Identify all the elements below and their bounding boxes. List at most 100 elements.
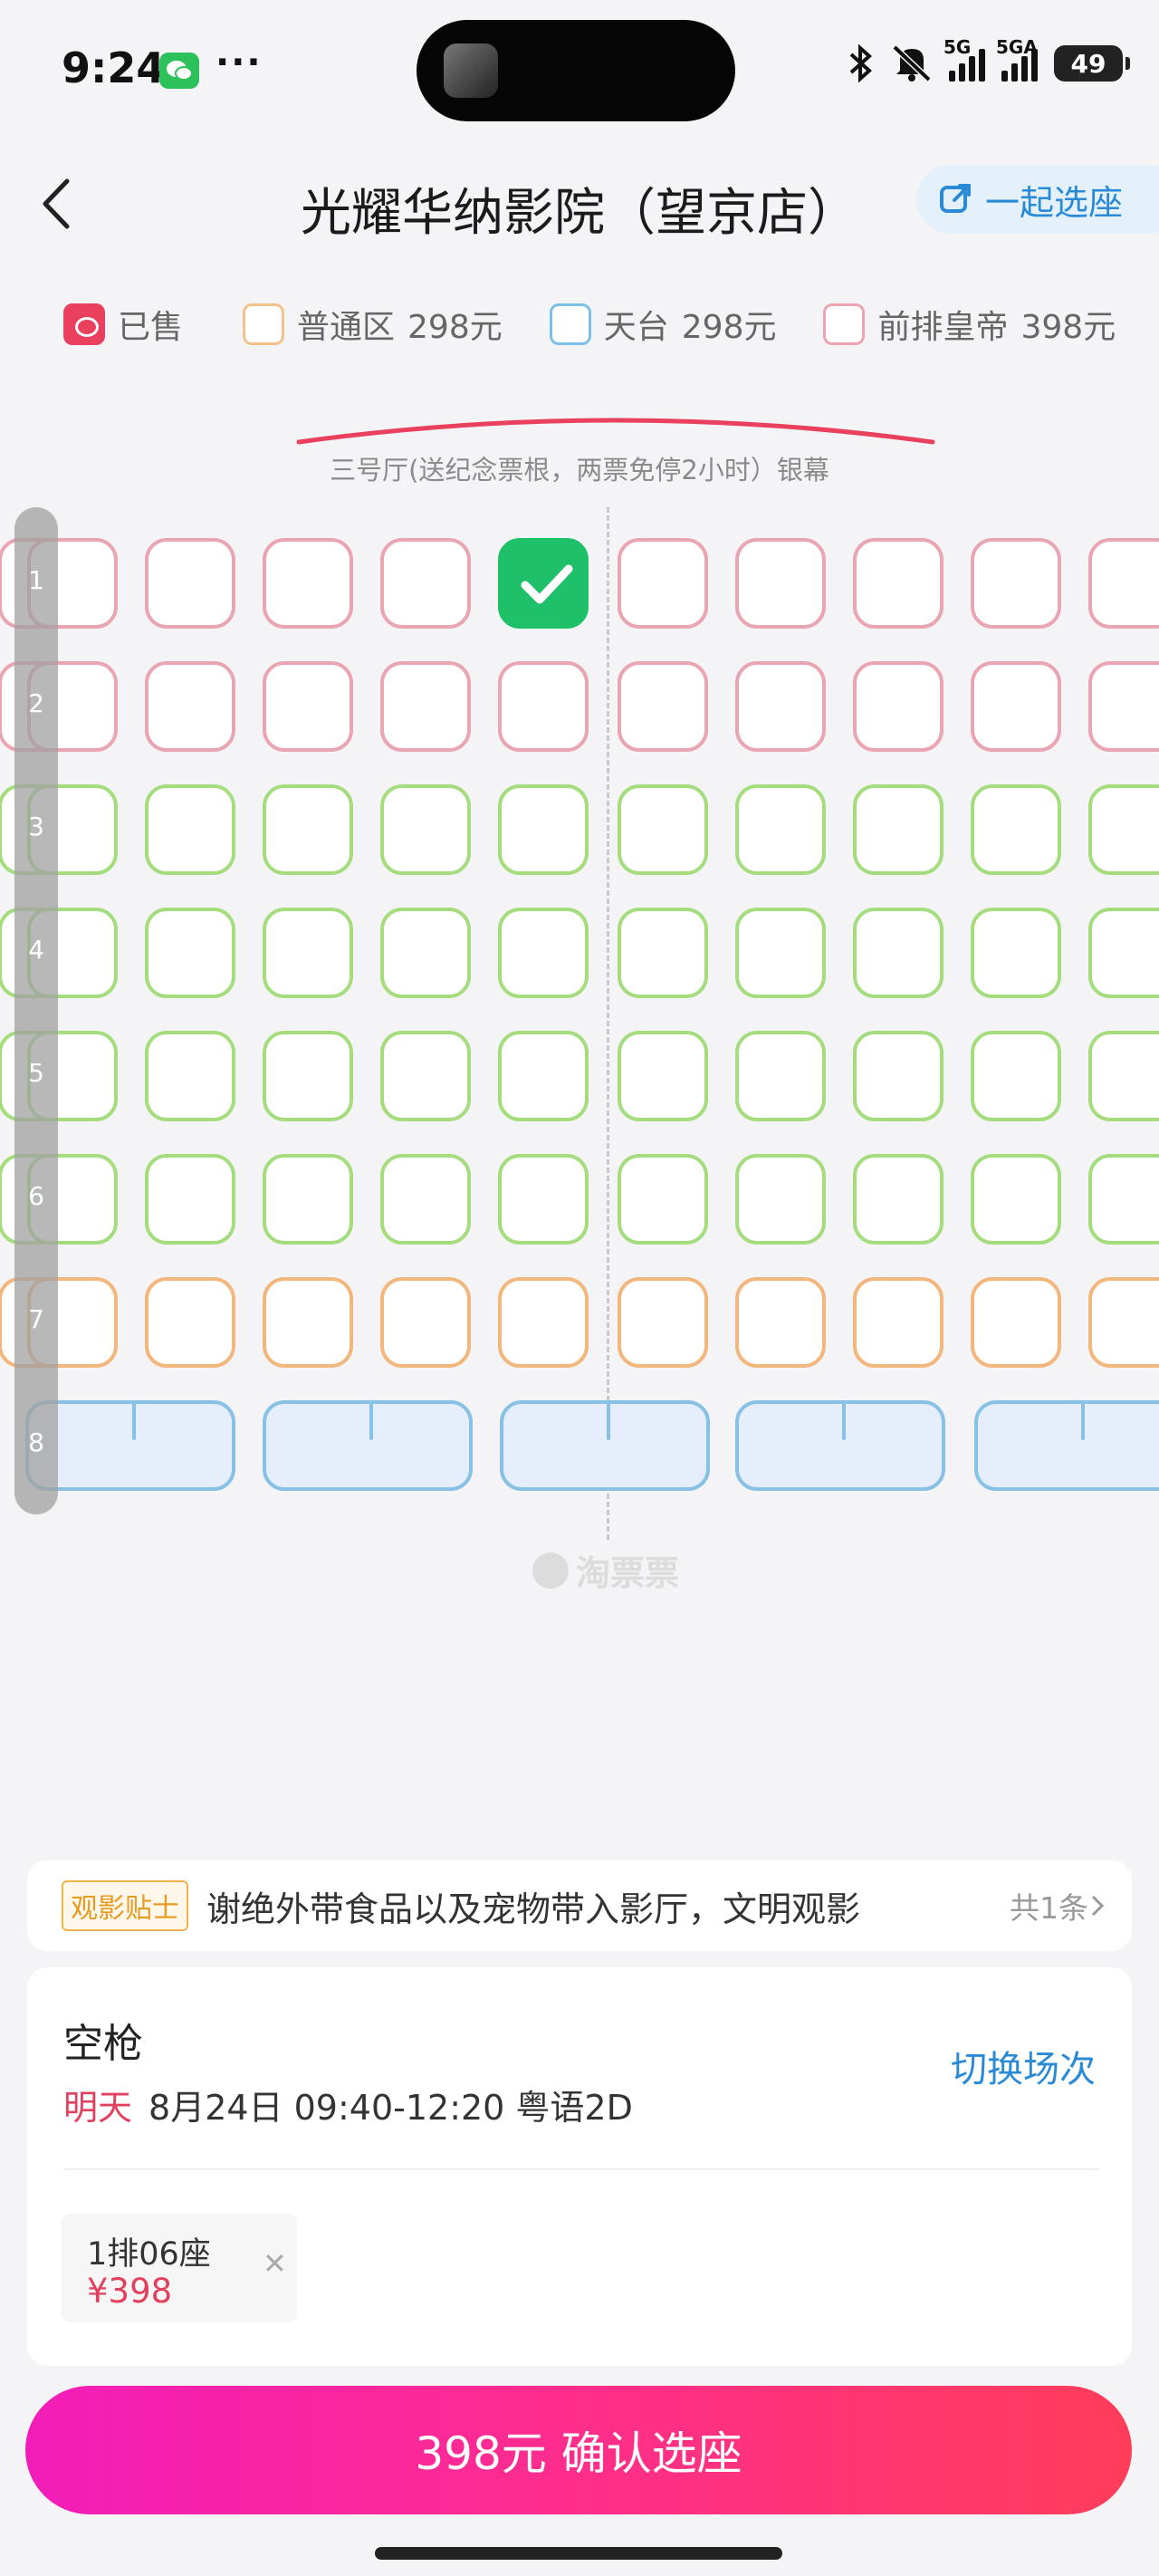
seat[interactable]	[145, 1031, 235, 1121]
seat[interactable]	[263, 1277, 353, 1368]
seat[interactable]	[971, 538, 1061, 629]
showtime-info: 明天 8月24日 09:40-12:20 粤语2D	[63, 2080, 633, 2129]
seat[interactable]	[145, 1277, 235, 1368]
seat[interactable]	[145, 1154, 235, 1245]
nav-header: 光耀华纳影院（望京店） 一起选座	[0, 145, 1159, 263]
seat[interactable]	[380, 661, 471, 752]
seat[interactable]	[971, 1277, 1061, 1368]
seat[interactable]	[498, 661, 589, 752]
seat[interactable]	[735, 1154, 826, 1245]
seat[interactable]	[618, 908, 708, 998]
row-number: 8	[28, 1427, 44, 1457]
seat[interactable]	[971, 1031, 1061, 1121]
seat[interactable]	[853, 1277, 943, 1368]
seat[interactable]	[853, 1031, 943, 1121]
order-card: 空枪 明天 8月24日 09:40-12:20 粤语2D 切换场次 1排06座 ¥…	[27, 1967, 1132, 2366]
seat[interactable]	[735, 661, 826, 752]
seat[interactable]	[380, 908, 471, 998]
seat[interactable]	[1088, 1154, 1159, 1245]
seat[interactable]	[618, 1277, 708, 1368]
seat[interactable]	[145, 661, 235, 752]
center-line	[607, 507, 609, 1540]
seat[interactable]	[735, 908, 826, 998]
seat[interactable]	[263, 1031, 353, 1121]
seat[interactable]	[498, 908, 589, 998]
seat[interactable]	[498, 1031, 589, 1121]
legend-rooftop: 天台 298元	[549, 301, 776, 348]
legend-regular: 普通区 298元	[243, 301, 503, 348]
choose-together-button[interactable]: 一起选座	[916, 165, 1159, 234]
seat[interactable]	[735, 1277, 826, 1368]
seat[interactable]	[853, 661, 943, 752]
seat[interactable]	[1088, 1277, 1159, 1368]
seat[interactable]	[1088, 908, 1159, 998]
home-indicator	[375, 2547, 782, 2560]
seat[interactable]	[1088, 1031, 1159, 1121]
switch-showtime-button[interactable]: 切换场次	[951, 2040, 1096, 2092]
signal-icon-2: 5GA	[996, 36, 1038, 82]
tips-bar[interactable]: 观影贴士 谢绝外带食品以及宠物带入影厅，文明观影 共1条	[27, 1860, 1132, 1951]
ticket-price: ¥398	[87, 2272, 173, 2311]
row-number: 5	[28, 1058, 44, 1088]
seat[interactable]	[380, 538, 471, 629]
seat[interactable]	[735, 538, 826, 629]
seat[interactable]	[853, 1154, 943, 1245]
legend-price: 398元	[1020, 309, 1116, 346]
seat[interactable]	[618, 1031, 708, 1121]
more-icon: ···	[216, 42, 263, 83]
seat[interactable]	[853, 538, 943, 629]
seat[interactable]	[263, 784, 353, 875]
couple-seat[interactable]	[500, 1400, 710, 1491]
row-number: 1	[28, 565, 44, 595]
seat[interactable]	[1088, 784, 1159, 875]
row-number-rail	[14, 507, 58, 1514]
seat[interactable]	[735, 1031, 826, 1121]
row-number: 7	[28, 1304, 44, 1334]
legend-sold: 已售	[63, 301, 196, 348]
seat[interactable]	[853, 908, 943, 998]
couple-seat[interactable]	[263, 1400, 473, 1491]
seat[interactable]	[145, 784, 235, 875]
seat[interactable]	[263, 1154, 353, 1245]
seat[interactable]	[618, 538, 708, 629]
watermark: 淘票票	[532, 1545, 679, 1595]
seat[interactable]	[498, 784, 589, 875]
seat[interactable]	[971, 908, 1061, 998]
seat[interactable]	[380, 1031, 471, 1121]
seat[interactable]	[971, 1154, 1061, 1245]
remove-ticket-icon[interactable]: ✕	[263, 2246, 287, 2281]
seat[interactable]	[498, 1154, 589, 1245]
couple-seat[interactable]	[735, 1400, 945, 1491]
tips-count: 共1条	[1010, 1890, 1088, 1926]
seat[interactable]	[380, 1154, 471, 1245]
bluetooth-icon	[849, 43, 872, 83]
seat[interactable]	[618, 661, 708, 752]
battery-icon: 49	[1054, 45, 1130, 82]
seat[interactable]	[971, 784, 1061, 875]
seat[interactable]	[145, 538, 235, 629]
island-avatar	[444, 43, 498, 98]
seat[interactable]	[853, 784, 943, 875]
seat[interactable]	[263, 908, 353, 998]
seat[interactable]	[971, 661, 1061, 752]
seat[interactable]	[1088, 661, 1159, 752]
tips-tag: 观影贴士	[62, 1880, 188, 1931]
seat[interactable]	[263, 661, 353, 752]
confirm-seat-button[interactable]: 398元 确认选座	[25, 2386, 1132, 2514]
legend-label: 普通区	[297, 309, 396, 346]
selected-seat[interactable]	[498, 538, 589, 629]
seat[interactable]	[263, 538, 353, 629]
seat-legend: 已售 普通区 298元 天台 298元 前排皇帝 398元	[63, 299, 1159, 350]
seat[interactable]	[145, 908, 235, 998]
status-bar: 9:24 ··· 5G 5GA 49	[0, 0, 1159, 145]
status-icons: 5G 5GA 49	[848, 36, 1130, 83]
choose-together-label: 一起选座	[985, 182, 1124, 223]
seat[interactable]	[735, 784, 826, 875]
couple-seat[interactable]	[974, 1400, 1159, 1491]
seat[interactable]	[380, 784, 471, 875]
seat[interactable]	[498, 1277, 589, 1368]
seat[interactable]	[380, 1277, 471, 1368]
seat[interactable]	[618, 784, 708, 875]
seat[interactable]	[618, 1154, 708, 1245]
seat[interactable]	[1088, 538, 1159, 629]
